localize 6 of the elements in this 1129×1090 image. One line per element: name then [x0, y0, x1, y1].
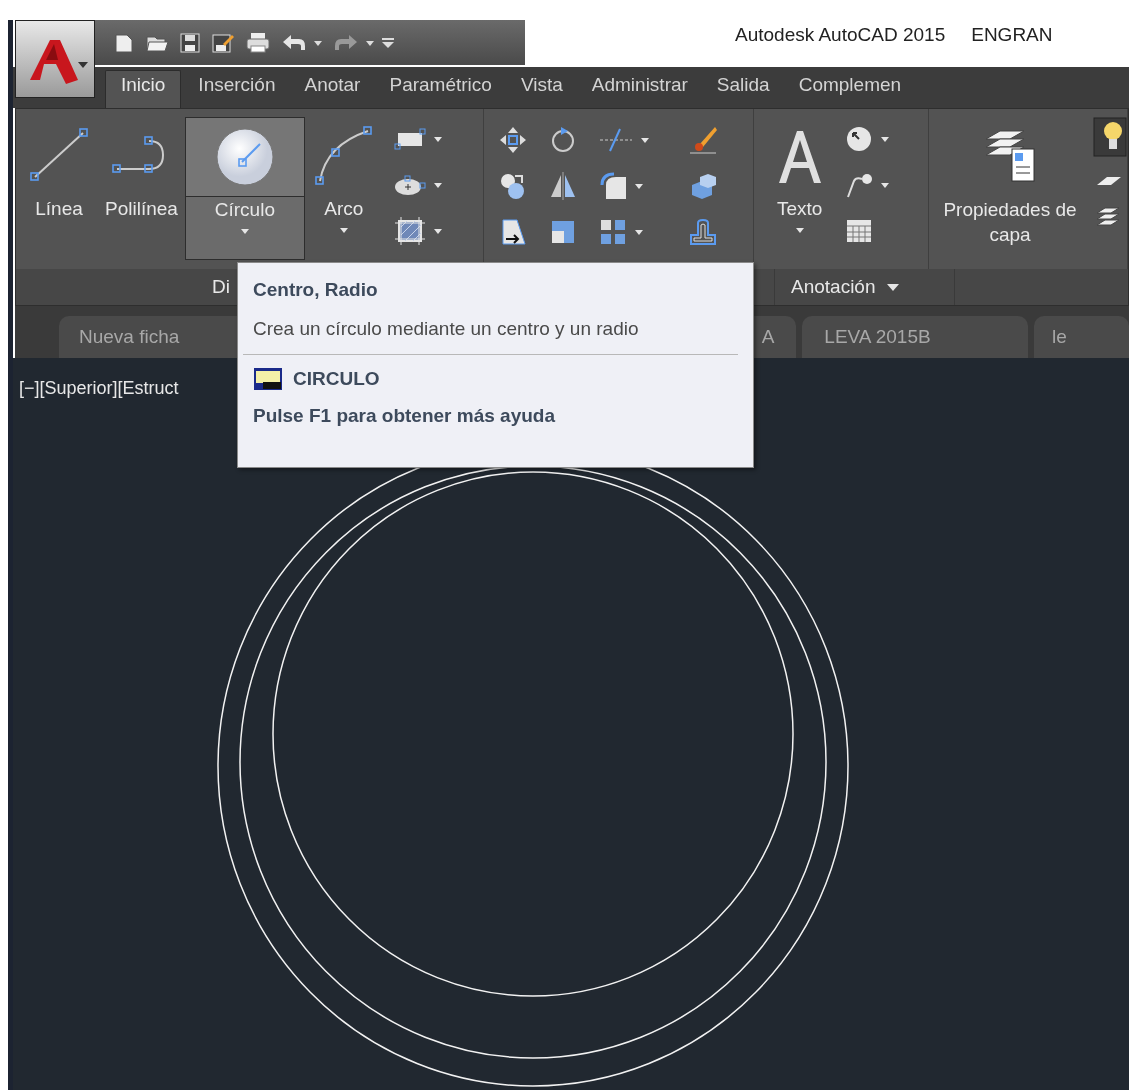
- document-name: ENGRAN: [971, 24, 1053, 46]
- window-title: Autodesk AutoCAD 2015: [735, 24, 946, 46]
- help-hint: Pulse F1 para obtener más ayuda: [253, 405, 556, 427]
- tooltip-title: Centro, Radio: [253, 279, 379, 301]
- command-name: CIRCULO: [293, 368, 380, 390]
- tooltip-description: Crea un círculo mediante un centro y un radio: [253, 318, 640, 340]
